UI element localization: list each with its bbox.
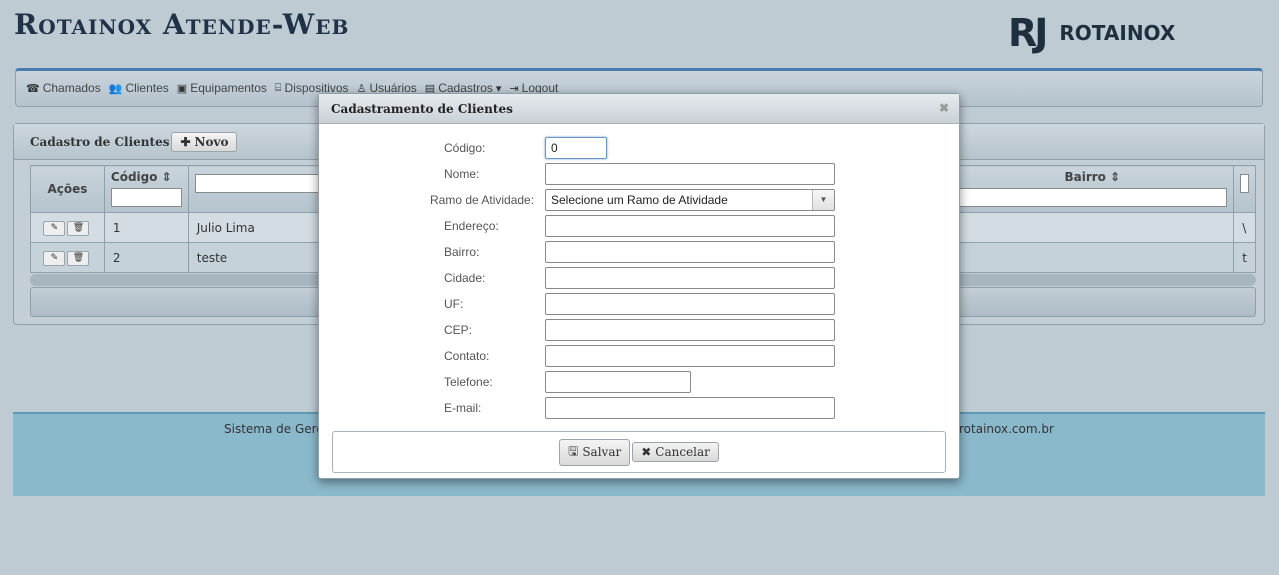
floppy-icon: 🖫 [568,443,579,458]
telefone-label: Telefone: [444,375,493,389]
ramo-select[interactable]: Selecione um Ramo de Atividade ▼ [545,189,835,211]
nome-field[interactable] [545,163,835,185]
equipment-icon: ▣ [176,82,188,95]
ramo-label: Ramo de Atividade: [430,193,535,207]
dialog-button-bar: 🖫 Salvar ✖ Cancelar [332,431,946,473]
plus-icon: ✚ [180,134,191,149]
codigo-filter-input[interactable] [110,188,182,207]
nav-clientes-label: Clientes [125,81,169,95]
cell-bairro [950,242,1235,273]
row-actions: ✎ 🗑 [30,242,105,273]
panel-title: Cadastro de Clientes [30,134,170,149]
nav-chamados-label: Chamados [42,81,101,95]
cidade-field[interactable] [545,267,835,289]
x-icon: ✖ [641,445,652,459]
dialog-title: Cadastramento de Clientes [331,101,513,116]
chevron-down-icon[interactable]: ▼ [812,190,834,210]
cell-next: t [1233,242,1256,273]
form-row-nome: Nome: [319,163,959,185]
sort-icon: ⇕ [161,170,172,184]
app-title: Rotainox Atende-Web [14,8,350,41]
nav-clientes[interactable]: 👥 Clientes [109,81,169,95]
close-icon[interactable]: ✖ [939,101,949,115]
nav-chamados[interactable]: ☎ Chamados [26,81,101,95]
bairro-filter-input[interactable] [957,188,1228,207]
new-client-button[interactable]: ✚ Novo [171,131,238,152]
codigo-label: Código: [444,141,486,155]
bairro-field[interactable] [545,241,835,263]
form-row-endereco: Endereço: [319,215,959,237]
new-client-label: Novo [194,134,229,149]
endereco-label: Endereço: [444,219,499,233]
col-codigo[interactable]: Código ⇕ [103,165,189,213]
save-label: Salvar [582,445,622,459]
footer-left-text: Sistema de Gerê [224,422,324,436]
phone-icon: ☎ [26,82,40,95]
col-next [1233,165,1256,213]
cell-codigo: 1 [103,212,189,243]
contato-field[interactable] [545,345,835,367]
cell-bairro [950,212,1235,243]
form-row-uf: UF: [319,293,959,315]
form-row-cep: CEP: [319,319,959,341]
col-bairro-label: Bairro [1064,170,1106,184]
dialog-titlebar: Cadastramento de Clientes ✖ [319,94,959,124]
form-row-telefone: Telefone: [319,371,959,393]
trash-icon[interactable]: 🗑 [67,251,90,266]
save-button[interactable]: 🖫 Salvar [559,438,631,466]
cep-label: CEP: [444,323,473,337]
form-row-contato: Contato: [319,345,959,367]
telefone-field[interactable] [545,371,691,393]
users-icon: 👥 [108,82,123,95]
device-icon: ⌸ [274,81,282,94]
ramo-select-value: Selecione um Ramo de Atividade [551,193,728,207]
form-row-ramo: Ramo de Atividade: Selecione um Ramo de … [319,189,959,211]
codigo-field[interactable] [545,137,607,159]
endereco-field[interactable] [545,215,835,237]
form-row-codigo: Código: [319,137,959,159]
rotainox-logo-mark: RJ [1008,11,1048,55]
client-form: Código: Nome: Ramo de Atividade: Selecio… [319,124,959,430]
cancel-button[interactable]: ✖ Cancelar [632,442,719,462]
edit-pencil-icon[interactable]: ✎ [43,221,66,236]
email-field[interactable] [545,397,835,419]
brand-name: ROTAINOX [1059,21,1176,45]
cell-codigo: 2 [103,242,189,273]
trash-icon[interactable]: 🗑 [67,221,90,236]
uf-field[interactable] [545,293,835,315]
contato-label: Contato: [444,349,490,363]
brand-logo: RJ ROTAINOX [1008,14,1175,52]
client-dialog: Cadastramento de Clientes ✖ Código: Nome… [318,93,960,479]
form-row-email: E-mail: [319,397,959,419]
col-acoes: Ações [30,165,105,213]
uf-label: UF: [444,297,464,311]
next-filter-input[interactable] [1240,174,1249,193]
cep-field[interactable] [545,319,835,341]
nav-equipamentos-label: Equipamentos [190,81,267,95]
col-codigo-label: Código [110,170,158,184]
email-label: E-mail: [444,401,482,415]
form-row-bairro: Bairro: [319,241,959,263]
cancel-label: Cancelar [655,445,710,459]
col-bairro[interactable]: Bairro ⇕ [950,165,1235,213]
bairro-label: Bairro: [444,245,480,259]
footer-right-text: rotainox.com.br [959,422,1054,436]
col-acoes-label: Ações [47,182,88,196]
nome-label: Nome: [444,167,480,181]
edit-pencil-icon[interactable]: ✎ [43,251,66,266]
cidade-label: Cidade: [444,271,486,285]
sort-icon: ⇕ [1110,170,1121,184]
form-row-cidade: Cidade: [319,267,959,289]
row-actions: ✎ 🗑 [30,212,105,243]
cell-next: \ [1233,212,1256,243]
nav-equipamentos[interactable]: ▣ Equipamentos [177,81,267,95]
